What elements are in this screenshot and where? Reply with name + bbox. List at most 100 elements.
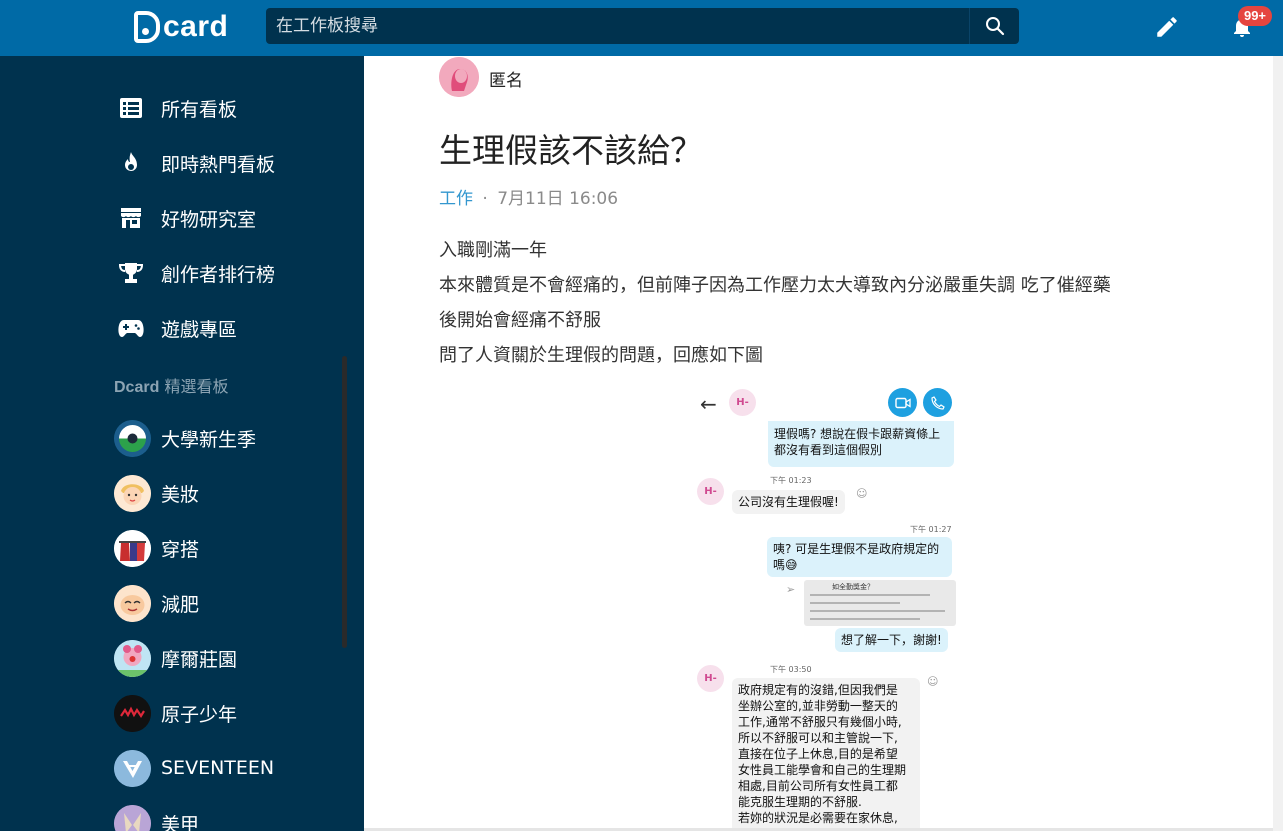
chat-timestamp: 下午 01:27 [910,525,952,534]
search-bar [266,8,1019,44]
sidebar-item-label: 好物研究室 [161,208,257,231]
sidebar-item-label: 遊戲專區 [161,318,238,341]
top-bar: card 99+ [0,0,1283,56]
board-avatar [114,694,151,732]
dcard-logo-mark [134,11,160,43]
post-body-line: 後開始會經痛不舒服 [439,310,601,331]
back-arrow-icon: ← [700,392,717,416]
board-avatar [114,529,151,567]
flame-icon [116,148,146,178]
board-item-nail[interactable]: 美甲 [114,803,199,831]
phone-call-icon [923,388,952,417]
chat-message-in: 公司沒有生理假喔! [732,490,845,514]
sidebar-scrollbar[interactable] [342,356,347,648]
chat-contact-avatar: H- [697,478,724,505]
chat-message-out: 咦? 可是生理假不是政府規定的 嗎😅 [767,537,952,577]
chat-message-line: 所以不舒服可以和主管說一下, [738,731,898,745]
board-item-seventeen[interactable]: SEVENTEEN [114,748,274,788]
chat-contact-avatar: H- [697,665,724,692]
featured-boards-brand: Dcard [114,379,160,396]
chat-message-line: 嗎😅 [773,558,798,572]
video-call-icon [888,388,917,417]
board-label: 美妝 [161,483,200,506]
chat-message-line: 女性員工能學會和自己的生理期 [738,763,907,777]
shared-image-title: 如全勤獎金？ [832,583,874,591]
chat-message-line: 相處,目前公司所有女性員工都 [738,779,898,793]
board-avatar [114,639,151,677]
pencil-icon [1157,17,1177,37]
share-icon: ➢ [786,583,796,596]
post-title: 生理假該不該給？ [439,131,703,170]
board-item-freshman[interactable]: 大學新生季 [114,418,256,458]
post-body-line: 本來體質是不會經痛的，但前陣子因為工作壓力太大導致內分泌嚴重失調 吃了催經藥 [439,275,1111,296]
search-input[interactable] [266,8,969,44]
board-avatar [114,749,151,787]
chat-timestamp: 下午 03:50 [770,665,812,674]
board-label: 摩爾莊園 [161,648,238,671]
featured-boards-heading: Dcard 精選看板 [114,373,228,397]
post-date: 7月11日 16:06 [497,189,619,209]
board-avatar [114,419,151,457]
notification-badge: 99+ [1238,6,1272,26]
chat-timestamp: 下午 01:23 [770,476,812,485]
chat-message-line: 坐辦公室的,並非勞動一整天的 [738,699,898,713]
chat-message-line: 都沒有看到這個假別 [774,443,883,457]
board-label: 美甲 [161,813,200,831]
board-label: 穿搭 [161,538,200,561]
dcard-logo[interactable]: card [134,9,228,45]
sidebar-item-label: 創作者排行榜 [161,263,276,286]
featured-boards-title: 精選看板 [159,377,229,396]
reaction-icon: ☺ [856,487,868,500]
chat-message-line: 理假嗎? 想說在假卡跟薪資條上 [774,427,941,441]
sidebar-item-game-zone[interactable]: 遊戲專區 [116,308,237,348]
chat-message-out: 想了解一下，謝謝! [835,628,948,652]
chat-message-in: 政府規定有的沒錯,但因我們是 坐辦公室的,並非勞動一整天的 工作,通常不舒服只有… [732,678,920,831]
author-name: 匿名 [489,71,523,91]
board-label: SEVENTEEN [161,757,275,779]
chat-message-line: 能克服生理期的不舒服. [738,795,862,809]
sidebar: 所有看板 即時熱門看板 好物研究室 創作者排行榜 遊戲專區 Dcard 精選看板… [0,56,364,831]
meta-separator: · [482,189,488,209]
board-avatar [114,474,151,512]
chat-message-line: 咦? 可是生理假不是政府規定的 [773,542,940,556]
search-button[interactable] [969,8,1019,44]
sidebar-item-label: 即時熱門看板 [161,153,276,176]
post-body-line: 問了人資關於生理假的問題，回應如下圖 [439,345,763,366]
board-item-diet[interactable]: 減肥 [114,583,199,623]
post-meta: 工作 · 7月11日 16:06 [439,184,618,209]
board-item-outfit[interactable]: 穿搭 [114,528,199,568]
board-item-mole-manor[interactable]: 摩爾莊園 [114,638,237,678]
sidebar-item-hot-boards[interactable]: 即時熱門看板 [116,143,275,183]
chat-shared-image: 如全勤獎金？ [804,580,956,626]
board-avatar [114,804,151,831]
board-item-atom-boyz[interactable]: 原子少年 [114,693,237,733]
chat-message-line: 工作,通常不舒服只有幾個小時, [738,715,902,729]
gamepad-icon [116,313,146,343]
board-label: 減肥 [161,593,200,616]
chat-contact-avatar: H- [729,389,756,416]
chat-screenshot-image[interactable]: ← H- 理假嗎? 想說在假卡跟薪資條上 都沒有看到這個假別 H- 下午 01:… [686,383,963,831]
sidebar-item-creator-ranking[interactable]: 創作者排行榜 [116,253,275,293]
sidebar-item-label: 所有看板 [161,98,238,121]
page-scrollbar[interactable] [1273,56,1283,831]
chat-message-line: 直接在位子上休息,目的是希望 [738,747,898,761]
post-body-line: 入職剛滿一年 [439,240,547,261]
write-post-button[interactable] [1152,12,1182,42]
board-label: 原子少年 [161,703,238,726]
board-label: 大學新生季 [161,428,257,451]
search-icon [985,17,1004,36]
reaction-icon: ☺ [927,675,939,688]
trophy-icon [116,258,146,288]
sidebar-item-good-stuff-lab[interactable]: 好物研究室 [116,198,256,238]
forum-link[interactable]: 工作 [439,189,473,209]
board-item-makeup[interactable]: 美妝 [114,473,199,513]
logo-text: card [163,10,229,43]
sidebar-item-all-boards[interactable]: 所有看板 [116,88,237,128]
chat-message-out: 理假嗎? 想說在假卡跟薪資條上 都沒有看到這個假別 [768,421,954,467]
chat-message-line: 若妳的狀況是必需要在家休息, [738,811,898,825]
list-icon [116,93,146,123]
board-avatar [114,584,151,622]
author-avatar[interactable] [439,57,479,97]
chat-message-line: 政府規定有的沒錯,但因我們是 [738,683,898,697]
store-icon [116,203,146,233]
